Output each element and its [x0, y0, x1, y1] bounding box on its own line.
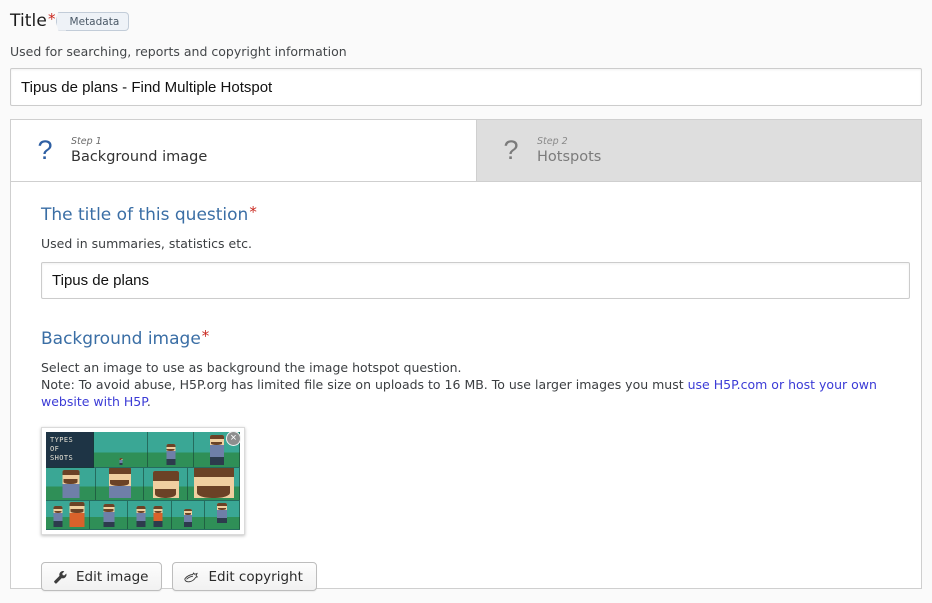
figure-icon [62, 470, 79, 498]
tab-name-label: Hotspots [537, 148, 602, 165]
thumbnail-row [46, 468, 240, 501]
figure-icon [184, 509, 192, 527]
remove-image-button[interactable]: × [226, 431, 241, 446]
tab-hotspots-text: Step 2 Hotspots [537, 135, 601, 167]
wizard-tab-list: ? Step 1 Background image ? Step 2 Hotsp… [11, 120, 921, 182]
question-mark-icon: ? [503, 135, 519, 165]
question-wizard-panel: ? Step 1 Background image ? Step 2 Hotsp… [10, 119, 922, 591]
thumbnail-shot-cell [205, 501, 240, 530]
figure-icon [53, 506, 63, 527]
figure-icon [209, 435, 224, 465]
figure-icon [193, 468, 234, 498]
required-asterisk: * [249, 203, 257, 221]
required-asterisk: * [47, 10, 56, 28]
tab-background-image[interactable]: ? Step 1 Background image [11, 120, 477, 181]
page-title: Title* [10, 10, 56, 31]
thumbnail-row: TYPES OF SHOTS [46, 432, 240, 468]
question-title-label: The title of this question* [41, 203, 257, 226]
tab-background-image-text: Step 1 Background image [71, 135, 207, 167]
figure-icon [136, 506, 146, 527]
thumbnail-shot-cell [128, 501, 172, 530]
thumbnail-row [46, 501, 240, 530]
edit-copyright-button[interactable]: Edit copyright [172, 562, 317, 591]
bg-desc-line-2: Note: To avoid abuse, H5P.org has limite… [41, 377, 688, 392]
thumbnail-shot-cell [188, 468, 240, 501]
background-image-label: Background image* [41, 327, 210, 350]
background-image-description: Select an image to use as background the… [41, 359, 899, 410]
thumbnail-caption-line-1: TYPES [50, 436, 74, 444]
thumbnail-shot-cell [172, 501, 205, 530]
figure-icon [217, 503, 227, 523]
question-title-input[interactable] [41, 262, 910, 299]
image-action-buttons: Edit image Edit copyright [41, 562, 899, 591]
copyright-icon [184, 570, 199, 584]
thumbnail-shot-cell [46, 501, 90, 530]
question-title-description: Used in summaries, statistics etc. [41, 236, 252, 251]
required-asterisk: * [201, 327, 210, 345]
thumbnail-caption-line-2: OF [50, 445, 60, 453]
edit-image-button[interactable]: Edit image [41, 562, 163, 591]
thumbnail-shot-cell [96, 468, 144, 501]
metadata-badge-button[interactable]: Metadata [65, 11, 130, 31]
wizard-panel-body: The title of this question* Used in summ… [11, 182, 921, 591]
tab-step-label: Step 2 [537, 135, 568, 147]
tab-hotspots[interactable]: ? Step 2 Hotspots [477, 120, 921, 181]
figure-icon [152, 471, 179, 498]
background-image-section: Background image* Select an image to use… [41, 328, 899, 591]
question-mark-icon: ? [37, 135, 53, 165]
figure-icon [153, 506, 163, 527]
wrench-icon [53, 570, 67, 584]
thumbnail-title-cell: TYPES OF SHOTS [46, 432, 94, 468]
background-image-thumbnail[interactable]: TYPES OF SHOTS [46, 432, 240, 530]
thumbnail-shot-cell [90, 501, 128, 530]
title-description: Used for searching, reports and copyrigh… [10, 44, 347, 59]
edit-copyright-button-label: Edit copyright [208, 568, 303, 585]
figure-icon [166, 444, 175, 465]
edit-image-button-label: Edit image [76, 568, 149, 585]
thumbnail-caption-line-3: SHOTS [50, 454, 74, 462]
thumbnail-shot-cell [148, 432, 194, 468]
thumbnail-shot-cell [46, 468, 96, 501]
bg-desc-line-2-end: . [146, 394, 151, 409]
figure-icon [69, 502, 85, 527]
title-label-row: Title* Metadata [10, 8, 922, 34]
bg-desc-line-1: Select an image to use as background the… [41, 360, 462, 375]
figure-icon [108, 468, 131, 498]
figure-icon [103, 504, 114, 527]
figure-icon [119, 458, 122, 465]
tab-step-label: Step 1 [71, 135, 102, 147]
metadata-title-block: Title* Metadata Used for searching, repo… [0, 0, 932, 106]
thumbnail-shot-cell [94, 432, 148, 468]
tab-name-label: Background image [71, 148, 208, 165]
thumbnail-shot-cell [144, 468, 188, 501]
background-image-thumbnail-wrapper[interactable]: TYPES OF SHOTS × [41, 427, 245, 535]
title-input[interactable] [10, 68, 922, 106]
